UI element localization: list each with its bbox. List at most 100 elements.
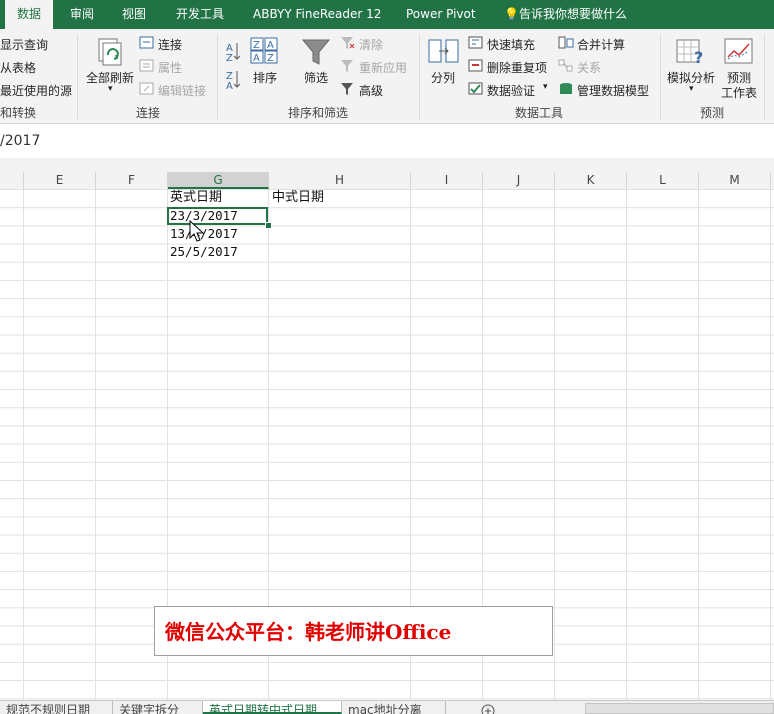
tab-power-pivot[interactable]: Power Pivot [406, 0, 476, 29]
add-sheet-icon[interactable] [480, 703, 496, 714]
group-sort-filter: 排序和筛选 [288, 106, 349, 120]
divider [764, 35, 765, 119]
svg-text:A: A [267, 40, 274, 51]
edit-links-button[interactable]: 编辑链接 [158, 82, 206, 99]
edit-links-icon [139, 82, 154, 95]
tab-abbyy[interactable]: ABBYY FineReader 12 [253, 0, 381, 29]
formula-bar-content[interactable]: /2017 [0, 133, 40, 149]
divider [419, 35, 420, 119]
gridline [698, 189, 699, 700]
tab-view[interactable]: 视图 [122, 0, 146, 29]
lightbulb-icon: 💡 [504, 7, 519, 21]
formula-bar[interactable]: /2017 [0, 124, 774, 159]
svg-text:?: ? [694, 48, 703, 67]
sort-button[interactable]: 排序 [253, 69, 277, 86]
cell-g1[interactable]: 英式日期 [170, 189, 222, 207]
reapply-button[interactable]: 重新应用 [359, 59, 407, 76]
forecast-sheet-button-line2[interactable]: 工作表 [721, 84, 757, 101]
watermark-banner: 微信公众平台：韩老师讲Office [154, 606, 553, 656]
svg-text:A: A [226, 81, 233, 92]
sort-az-icon[interactable]: A Z Z A [225, 39, 243, 95]
recent-sources-button[interactable]: 最近使用的源 [0, 82, 72, 99]
manage-data-model-button[interactable]: 管理数据模型 [577, 82, 649, 99]
tell-me-label: 告诉我你想要做什么 [518, 7, 627, 21]
advanced-button[interactable]: 高级 [359, 82, 383, 99]
connections-button[interactable]: 连接 [158, 36, 182, 53]
divider [77, 35, 78, 119]
column-header-l[interactable]: L [627, 172, 699, 189]
refresh-all-icon [98, 38, 122, 66]
divider [660, 35, 661, 119]
mouse-cursor-icon [189, 220, 205, 242]
gridline [554, 189, 555, 700]
text-to-columns-button[interactable]: 分列 [431, 69, 455, 86]
what-if-analysis-icon: ? [676, 39, 703, 67]
ribbon: 显示查询 从表格 最近使用的源 和转换 全部刷新 ▾ 连接 属性 编辑链接 连接… [0, 29, 774, 124]
sheet-tab-date-conversion[interactable]: 英式日期转中式日期 [203, 701, 342, 714]
relationships-icon [558, 59, 573, 72]
cell-g4[interactable]: 25/5/2017 [170, 243, 238, 261]
svg-text:A: A [253, 53, 260, 64]
tab-review[interactable]: 审阅 [70, 0, 94, 29]
remove-duplicates-button[interactable]: 删除重复项 [487, 59, 547, 76]
text-to-columns-icon [428, 39, 459, 63]
consolidate-icon [558, 36, 574, 49]
group-forecast: 预测 [700, 106, 725, 120]
sheet-tab-irregular-dates[interactable]: 规范不规则日期 [0, 701, 113, 714]
forecast-sheet-icon [724, 38, 753, 64]
clear-button[interactable]: 清除 [359, 36, 383, 53]
filter-button[interactable]: 筛选 [304, 69, 328, 86]
fill-handle[interactable] [265, 222, 272, 229]
consolidate-button[interactable]: 合并计算 [577, 36, 625, 53]
properties-button[interactable]: 属性 [158, 59, 182, 76]
column-header-j[interactable]: J [483, 172, 555, 189]
clear-filter-icon [341, 37, 355, 49]
column-header-k[interactable]: K [555, 172, 627, 189]
chevron-down-icon[interactable]: ▾ [689, 84, 694, 94]
group-data-tools: 数据工具 [515, 106, 564, 120]
filter-icon [301, 39, 331, 65]
tab-developer[interactable]: 开发工具 [176, 0, 224, 29]
cell-h1[interactable]: 中式日期 [272, 189, 324, 207]
data-model-icon [560, 83, 572, 94]
watermark-text: 微信公众平台：韩老师讲Office [165, 620, 452, 644]
column-header-g[interactable]: G [168, 172, 269, 189]
sort-icon: Z A A Z [250, 37, 278, 64]
column-header-f[interactable]: F [96, 172, 168, 189]
svg-text:Z: Z [253, 40, 260, 51]
reapply-icon [341, 60, 353, 72]
chevron-down-icon[interactable]: ▾ [108, 84, 113, 94]
column-header-h[interactable]: H [269, 172, 411, 189]
column-header-partial[interactable] [0, 172, 24, 189]
gridline [626, 189, 627, 700]
column-header-i[interactable]: I [411, 172, 483, 189]
data-validation-icon [468, 82, 483, 95]
remove-duplicates-icon [468, 59, 483, 72]
group-get-transform: 和转换 [0, 106, 37, 120]
active-cell-selection[interactable] [167, 207, 268, 225]
sheet-tab-mac-address[interactable]: mac地址分离 [342, 701, 446, 714]
sheet-tab-bar: 规范不规则日期 关键字拆分 英式日期转中式日期 mac地址分离 [0, 700, 774, 714]
tell-me-search[interactable]: 💡告诉我你想要做什么 [504, 0, 627, 29]
column-header-row: E F G H I J K L M [0, 172, 774, 190]
divider [217, 35, 218, 119]
data-validation-button[interactable]: 数据验证 [487, 82, 535, 99]
tab-data[interactable]: 数据 [5, 0, 53, 29]
advanced-filter-icon [341, 83, 353, 95]
show-query-button[interactable]: 显示查询 [0, 36, 48, 53]
relationships-button[interactable]: 关系 [577, 59, 601, 76]
from-table-button[interactable]: 从表格 [0, 59, 36, 76]
flash-fill-icon [468, 36, 483, 49]
group-connections: 连接 [136, 106, 161, 120]
horizontal-scrollbar[interactable] [585, 703, 774, 714]
column-header-m[interactable]: M [699, 172, 771, 189]
column-header-e[interactable]: E [24, 172, 96, 189]
sheet-tab-keyword-split[interactable]: 关键字拆分 [113, 701, 203, 714]
svg-text:Z: Z [226, 53, 233, 64]
ribbon-tab-bar: 数据 审阅 视图 开发工具 ABBYY FineReader 12 Power … [0, 0, 774, 29]
flash-fill-button[interactable]: 快速填充 [487, 36, 535, 53]
ribbon-spacer [0, 158, 774, 172]
chevron-down-icon[interactable]: ▾ [543, 82, 548, 92]
gridline [770, 189, 771, 700]
gridline [23, 189, 24, 700]
